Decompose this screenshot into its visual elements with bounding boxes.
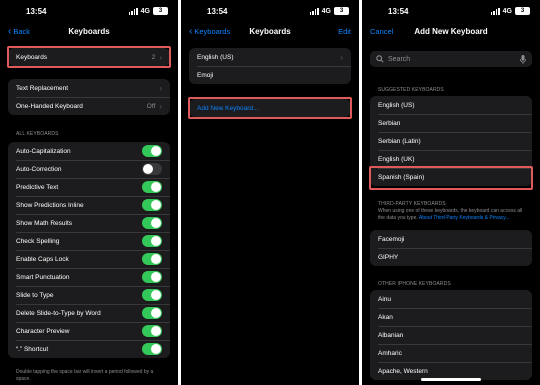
toggle-knob xyxy=(143,164,153,174)
toggle-row-enable-caps-lock: Enable Caps Lock xyxy=(8,250,170,268)
signal-icon xyxy=(309,7,319,15)
network-label: 4G xyxy=(321,7,331,15)
other-keyboard-albanian[interactable]: Albanian xyxy=(370,326,532,344)
battery-icon: 3 xyxy=(153,7,168,15)
status-bar: 13:54 4G 3 xyxy=(0,0,178,22)
home-indicator xyxy=(421,378,481,381)
other-keyboards-group: Ainu Akan Albanian Amharic Apache, Western xyxy=(370,290,532,380)
all-keyboards-group: Auto-Capitalization Auto-Correction Predic… xyxy=(8,142,170,358)
toggle-knob xyxy=(151,218,161,228)
toggle-knob xyxy=(151,254,161,264)
toggle-knob xyxy=(151,200,161,210)
toggle-knob xyxy=(151,308,161,318)
status-bar: 13:54 4G 3 xyxy=(181,0,359,22)
toggle-switch[interactable] xyxy=(142,199,162,211)
toggle-switch[interactable] xyxy=(142,163,162,175)
battery-icon: 3 xyxy=(515,7,530,15)
add-new-keyboard-screen: 13:54 4G 3 Cancel Add New Keyboard Searc… xyxy=(362,0,540,385)
toggle-switch[interactable] xyxy=(142,217,162,229)
toggle-knob xyxy=(151,182,161,192)
toggle-row-check-spelling: Check Spelling xyxy=(8,232,170,250)
toggle-switch[interactable] xyxy=(142,145,162,157)
search-icon xyxy=(376,55,384,63)
keyboard-row-english-us[interactable]: English (US) › xyxy=(189,48,351,66)
toggle-switch[interactable] xyxy=(142,325,162,337)
third-party-keyboards-group: Facemoji GIPHY xyxy=(370,230,532,266)
toggle-row-delete-slide-to-type-by-word: Delete Slide-to-Type by Word xyxy=(8,304,170,322)
page-title: Keyboards xyxy=(68,27,110,36)
text-replacement-row[interactable]: Text Replacement › xyxy=(8,79,170,97)
toggle-switch[interactable] xyxy=(142,253,162,265)
section-header-other: OTHER IPHONE KEYBOARDS xyxy=(378,281,451,287)
status-time: 13:54 xyxy=(207,7,228,16)
chevron-right-icon: › xyxy=(159,83,162,93)
one-handed-keyboard-row[interactable]: One-Handed Keyboard Off › xyxy=(8,97,170,115)
highlight-box xyxy=(7,46,171,68)
network-label: 4G xyxy=(502,7,512,15)
toggle-row-smart-punctuation: Smart Punctuation xyxy=(8,268,170,286)
toggle-switch[interactable] xyxy=(142,181,162,193)
search-input[interactable]: Search xyxy=(388,56,516,63)
toggle-switch[interactable] xyxy=(142,307,162,319)
section-header-suggested: SUGGESTED KEYBOARDS xyxy=(378,87,444,93)
third-party-privacy-link[interactable]: About Third-Party Keyboards & Privacy... xyxy=(419,215,510,221)
installed-keyboards-group: English (US) › Emoji xyxy=(189,48,351,84)
toggle-switch[interactable] xyxy=(142,343,162,355)
search-bar[interactable]: Search xyxy=(370,51,532,67)
chevron-right-icon: › xyxy=(159,101,162,111)
network-label: 4G xyxy=(140,7,150,15)
battery-icon: 3 xyxy=(334,7,349,15)
toggle-knob xyxy=(151,326,161,336)
signal-icon xyxy=(490,7,500,15)
toggle-row-show-predictions-inline: Show Predictions Inline xyxy=(8,196,170,214)
footnote: Double tapping the space bar will insert… xyxy=(16,369,154,382)
toggle-row-show-math-results: Show Math Results xyxy=(8,214,170,232)
text-options-group: Text Replacement › One-Handed Keyboard O… xyxy=(8,79,170,115)
third-party-note: When using one of these keyboards, the k… xyxy=(378,208,523,221)
third-party-keyboard-giphy[interactable]: GIPHY xyxy=(370,248,532,266)
nav-bar: ‹ Keyboards Keyboards Edit xyxy=(181,24,359,42)
keyboard-row-emoji[interactable]: Emoji xyxy=(189,66,351,84)
other-keyboard-akan[interactable]: Akan xyxy=(370,308,532,326)
toggle-switch[interactable] xyxy=(142,235,162,247)
section-header-all-keyboards: ALL KEYBOARDS xyxy=(16,131,59,137)
toggle-row-auto-capitalization: Auto-Capitalization xyxy=(8,142,170,160)
toggle-knob xyxy=(151,344,161,354)
toggle-row-shortcut: “.” Shortcut xyxy=(8,340,170,358)
suggested-keyboard-serbian[interactable]: Serbian xyxy=(370,114,532,132)
toggle-row-character-preview: Character Preview xyxy=(8,322,170,340)
highlight-box xyxy=(188,97,352,119)
toggle-knob xyxy=(151,236,161,246)
page-title: Add New Keyboard xyxy=(414,27,488,36)
keyboards-list-screen: 13:54 4G 3 ‹ Keyboards Keyboards Edit Eng… xyxy=(181,0,359,385)
section-header-third-party: THIRD-PARTY KEYBOARDS xyxy=(378,201,446,207)
suggested-keyboard-english-us[interactable]: English (US) xyxy=(370,96,532,114)
other-keyboard-ainu[interactable]: Ainu xyxy=(370,290,532,308)
status-bar: 13:54 4G 3 xyxy=(362,0,540,22)
toggle-row-predictive-text: Predictive Text xyxy=(8,178,170,196)
status-time: 13:54 xyxy=(26,7,47,16)
status-time: 13:54 xyxy=(388,7,409,16)
microphone-icon[interactable] xyxy=(520,54,526,64)
toggle-knob xyxy=(151,146,161,156)
suggested-keyboard-serbian-latin[interactable]: Serbian (Latin) xyxy=(370,132,532,150)
toggle-row-auto-correction: Auto-Correction xyxy=(8,160,170,178)
nav-bar: Cancel Add New Keyboard xyxy=(362,24,540,42)
toggle-knob xyxy=(151,272,161,282)
toggle-switch[interactable] xyxy=(142,271,162,283)
nav-bar: ‹ Back Keyboards xyxy=(0,24,178,42)
edit-button[interactable]: Edit xyxy=(338,27,351,36)
highlight-box xyxy=(369,166,533,190)
third-party-keyboard-facemoji[interactable]: Facemoji xyxy=(370,230,532,248)
other-keyboard-amharic[interactable]: Amharic xyxy=(370,344,532,362)
keyboards-settings-screen: 13:54 4G 3 ‹ Back Keyboards Keyboards 2 ›… xyxy=(0,0,178,385)
chevron-right-icon: › xyxy=(340,52,343,62)
signal-icon xyxy=(128,7,138,15)
page-title: Keyboards xyxy=(249,27,291,36)
toggle-knob xyxy=(151,290,161,300)
toggle-switch[interactable] xyxy=(142,289,162,301)
toggle-row-slide-to-type: Slide to Type xyxy=(8,286,170,304)
